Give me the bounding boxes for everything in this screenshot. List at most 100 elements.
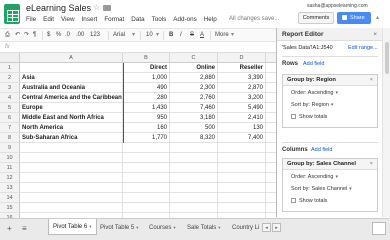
table-cell[interactable]: North America (20, 123, 123, 133)
table-cell[interactable] (266, 133, 276, 143)
table-cell[interactable]: 7,400 (218, 133, 266, 143)
row-header[interactable]: 2 (0, 73, 20, 83)
table-cell[interactable] (123, 173, 170, 183)
table-cell[interactable] (266, 73, 276, 83)
table-cell[interactable]: 1,430 (123, 103, 170, 113)
strikethrough-button[interactable]: S (190, 31, 194, 40)
table-cell[interactable] (20, 143, 123, 153)
table-cell[interactable] (266, 173, 276, 183)
currency-button[interactable]: $ (47, 31, 50, 40)
sheets-logo-icon[interactable] (4, 4, 20, 24)
print-icon[interactable]: ⎙ (5, 31, 10, 40)
menu-addons[interactable]: Add-ons (173, 16, 196, 23)
column-header-c[interactable]: C (170, 53, 218, 63)
more-chevron-icon[interactable]: ▾ (231, 31, 234, 40)
row-header[interactable]: 12 (0, 173, 20, 183)
table-cell[interactable]: Online (170, 63, 218, 73)
tabs-scroll-left-icon[interactable]: ◂ (262, 223, 271, 232)
row-header[interactable]: 4 (0, 93, 20, 103)
user-email[interactable]: sasha@appselearning.com (307, 3, 368, 9)
column-header-e[interactable] (266, 53, 276, 63)
table-cell[interactable] (20, 63, 123, 73)
spreadsheet-grid[interactable]: A B C D 1 Direct Online Reseller 2 Asia 1,000 2… (0, 53, 276, 218)
table-cell[interactable]: 1,000 (123, 73, 170, 83)
table-cell[interactable]: 950 (123, 113, 170, 123)
columns-add-field-link[interactable]: Add field (311, 147, 332, 153)
collapse-icon[interactable]: ▴ (376, 14, 379, 21)
table-cell[interactable]: 2,410 (218, 113, 266, 123)
table-cell[interactable]: 1,770 (123, 133, 170, 143)
table-cell[interactable]: 2,300 (170, 83, 218, 93)
tabs-scroll-right-icon[interactable]: ▸ (272, 223, 281, 232)
tab-country-list[interactable]: Country Li (228, 221, 263, 235)
column-header-a[interactable]: A (20, 53, 123, 63)
table-cell[interactable]: 2,760 (170, 93, 218, 103)
tab-sale-totals[interactable]: Sale Totals ▾ (183, 221, 225, 235)
table-cell[interactable] (266, 203, 276, 213)
table-cell[interactable] (218, 173, 266, 183)
table-cell[interactable] (266, 103, 276, 113)
table-cell[interactable] (170, 163, 218, 173)
table-cell[interactable]: 7,460 (170, 103, 218, 113)
font-select-chevron-icon[interactable]: ▾ (132, 31, 135, 40)
table-cell[interactable] (266, 193, 276, 203)
table-cell[interactable] (218, 163, 266, 173)
italic-button[interactable]: I (180, 31, 182, 40)
column-header-b[interactable]: B (123, 53, 170, 63)
undo-icon[interactable]: ↶ (15, 31, 20, 40)
menu-tools[interactable]: Tools (152, 16, 167, 23)
table-cell[interactable] (123, 183, 170, 193)
table-cell[interactable] (218, 143, 266, 153)
table-cell[interactable] (170, 143, 218, 153)
menu-help[interactable]: Help (204, 16, 217, 23)
menu-insert[interactable]: Insert (82, 16, 98, 23)
more-button[interactable]: More (215, 31, 229, 40)
menu-edit[interactable]: Edit (43, 16, 54, 23)
increase-decimals-button[interactable]: .00 (76, 31, 84, 40)
table-cell[interactable] (266, 113, 276, 123)
table-cell[interactable] (20, 163, 123, 173)
table-cell[interactable]: Central America and the Caribbean (20, 93, 123, 103)
table-cell[interactable] (218, 203, 266, 213)
menu-view[interactable]: View (61, 16, 75, 23)
table-cell[interactable] (266, 143, 276, 153)
table-cell[interactable] (266, 183, 276, 193)
percent-button[interactable]: % (56, 31, 61, 40)
table-cell[interactable]: 3,200 (218, 93, 266, 103)
formula-bar[interactable]: fx (0, 43, 276, 53)
table-cell[interactable]: 160 (123, 123, 170, 133)
tab-pivot-table-5[interactable]: Pivot Table 5 ▾ (96, 221, 143, 235)
share-button[interactable]: Share (337, 12, 371, 24)
row-header[interactable]: 14 (0, 193, 20, 203)
columns-sort-select[interactable]: Sort by: Sales Channel ▾ (291, 186, 352, 192)
rows-add-field-link[interactable]: Add field (303, 61, 324, 67)
table-cell[interactable] (170, 203, 218, 213)
tab-pivot-table-6[interactable]: Pivot Table 6 ▾ (48, 219, 97, 235)
row-header[interactable]: 15 (0, 203, 20, 213)
table-cell[interactable]: 490 (123, 83, 170, 93)
table-cell[interactable] (20, 193, 123, 203)
table-cell[interactable] (170, 183, 218, 193)
row-header[interactable]: 8 (0, 133, 20, 143)
table-cell[interactable]: 3,180 (170, 113, 218, 123)
table-cell[interactable]: Australia and Oceania (20, 83, 123, 93)
row-header[interactable]: 6 (0, 113, 20, 123)
document-title[interactable]: eLearning Sales (26, 3, 91, 13)
table-cell[interactable] (123, 163, 170, 173)
table-cell[interactable]: 8,320 (170, 133, 218, 143)
table-cell[interactable] (218, 153, 266, 163)
star-icon[interactable]: ☆ (93, 3, 100, 12)
table-cell[interactable] (266, 163, 276, 173)
table-cell[interactable] (266, 93, 276, 103)
table-cell[interactable] (123, 153, 170, 163)
table-cell[interactable]: 3,390 (218, 73, 266, 83)
table-cell[interactable]: 500 (170, 123, 218, 133)
select-all-corner[interactable] (0, 53, 20, 63)
table-cell[interactable] (170, 173, 218, 183)
table-cell[interactable] (123, 143, 170, 153)
table-cell[interactable]: Sub-Saharan Africa (20, 133, 123, 143)
columns-show-totals-checkbox[interactable]: Show totals (291, 198, 327, 204)
row-header[interactable]: 1 (0, 63, 20, 73)
explore-button[interactable] (372, 222, 386, 235)
table-cell[interactable] (170, 193, 218, 203)
